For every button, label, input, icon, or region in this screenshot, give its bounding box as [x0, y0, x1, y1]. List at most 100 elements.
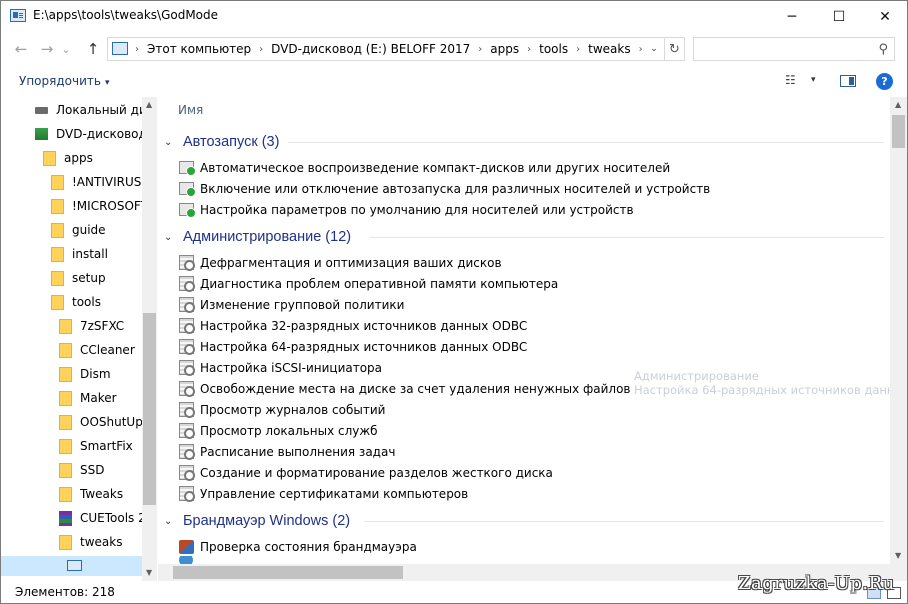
folder-icon — [51, 294, 64, 310]
help-button[interactable]: ? — [876, 73, 893, 90]
scroll-down-arrow[interactable]: ▼ — [895, 551, 901, 560]
tree-item-ccleaner[interactable]: CCleaner — [59, 338, 135, 362]
horizontal-scrollbar-thumb[interactable] — [173, 566, 403, 579]
nav-scrollbar[interactable]: ▲ ▼ — [142, 97, 157, 581]
scroll-up-arrow[interactable]: ▲ — [146, 100, 152, 109]
breadcrumb-separator[interactable]: › — [132, 44, 142, 55]
up-button[interactable]: ↑ — [83, 38, 103, 60]
list-item[interactable]: Настройка 32-разрядных источников данных… — [179, 315, 527, 336]
forward-button[interactable]: → — [37, 38, 57, 60]
list-item-label: Настройка 32-разрядных источников данных… — [200, 318, 528, 333]
minimize-button[interactable]: ─ — [769, 1, 815, 32]
rar-archive-icon — [59, 510, 72, 526]
tree-item-local-disk[interactable]: Локальный дис — [35, 98, 153, 122]
recent-locations-button[interactable]: ⌄ — [59, 38, 73, 60]
breadcrumb: › Этот компьютер › DVD-дисковод (E:) BEL… — [132, 38, 646, 60]
list-item[interactable]: Просмотр локальных служб — [179, 420, 378, 441]
list-item[interactable]: Создание и форматирование разделов жестк… — [179, 462, 553, 483]
tree-item-microsoft[interactable]: !MICROSOFT — [51, 194, 148, 218]
list-item[interactable]: Проверка состояния брандмауэра — [179, 536, 417, 557]
breadcrumb-dvd-drive[interactable]: DVD-дисковод (E:) BELOFF 2017 — [266, 42, 475, 56]
view-options-dropdown[interactable]: ▾ — [811, 75, 816, 85]
tree-item-guide[interactable]: guide — [51, 218, 106, 242]
maximize-button[interactable]: ☐ — [816, 1, 862, 32]
tree-item-smartfix[interactable]: SmartFix — [59, 434, 133, 458]
chevron-down-icon[interactable]: ⌄ — [164, 137, 178, 148]
content-vertical-scrollbar[interactable]: ▲ ▼ — [890, 97, 907, 564]
list-item[interactable]: Расписание выполнения задач — [179, 441, 395, 462]
list-item[interactable]: Настройка iSCSI-инициатора — [179, 357, 382, 378]
list-item[interactable]: Дефрагментация и оптимизация ваших диско… — [179, 252, 502, 273]
list-item[interactable]: Включение или отключение автозапуска для… — [179, 178, 710, 199]
column-header-name[interactable]: Имя — [178, 103, 203, 117]
close-button[interactable]: ✕ — [862, 1, 907, 32]
tree-item-tweaks-sub[interactable]: Tweaks — [59, 482, 123, 506]
list-item-label: Настройка iSCSI-инициатора — [200, 360, 383, 375]
breadcrumb-apps[interactable]: apps — [485, 42, 524, 56]
list-item[interactable]: Автоматическое воспроизведение компакт-д… — [179, 157, 670, 178]
tree-item-cuetools[interactable]: CUETools 2. — [59, 506, 150, 530]
list-item[interactable]: Диагностика проблем оперативной памяти к… — [179, 273, 558, 294]
breadcrumb-tweaks[interactable]: tweaks — [583, 42, 635, 56]
group-header-autoplay[interactable]: ⌄ Автозапуск (3) — [164, 131, 279, 153]
preview-pane-button[interactable] — [840, 75, 856, 87]
title-bar[interactable]: E:\apps\tools\tweaks\GodMode ─ ☐ ✕ — [1, 1, 907, 32]
list-item[interactable]: Управление сертификатами компьютеров — [179, 483, 468, 504]
breadcrumb-separator[interactable]: › — [573, 44, 583, 55]
tree-item-tweaks[interactable]: tweaks — [59, 530, 122, 554]
group-title: Администрирование (12) — [183, 229, 352, 245]
group-header-firewall[interactable]: ⌄ Брандмауэр Windows (2) — [164, 510, 350, 532]
tree-item-maker[interactable]: Maker — [59, 386, 117, 410]
chevron-down-icon[interactable]: ⌄ — [164, 232, 178, 243]
group-divider — [288, 142, 884, 143]
scroll-down-arrow[interactable]: ▼ — [146, 568, 152, 577]
group-header-administration[interactable]: ⌄ Администрирование (12) — [164, 226, 351, 248]
tree-item-tools[interactable]: tools — [51, 290, 101, 314]
change-view-button[interactable]: ☷ — [785, 73, 796, 87]
tree-item-7zsfxc[interactable]: 7zSFXC — [59, 314, 124, 338]
admin-tools-icon — [179, 360, 195, 376]
chevron-down-icon[interactable]: ⌄ — [164, 516, 178, 527]
tree-item-dvd-drive[interactable]: DVD-дисковод ( — [35, 122, 155, 146]
breadcrumb-separator[interactable]: › — [256, 44, 266, 55]
tree-item-label: SSD — [80, 463, 105, 477]
folder-icon — [59, 414, 72, 430]
control-panel-icon[interactable] — [10, 9, 26, 22]
search-icon[interactable]: ⚲ — [878, 42, 888, 57]
address-dropdown-button[interactable]: ⌄ — [646, 40, 662, 58]
breadcrumb-separator[interactable]: › — [475, 44, 485, 55]
breadcrumb-separator[interactable]: › — [524, 44, 534, 55]
scroll-up-arrow[interactable]: ▲ — [895, 100, 901, 109]
tree-item-label: !MICROSOFT — [72, 199, 148, 213]
refresh-button[interactable]: ↻ — [664, 38, 684, 60]
vertical-scrollbar-thumb[interactable] — [892, 115, 905, 148]
tree-item-apps[interactable]: apps — [43, 146, 93, 170]
tree-item-antivirus[interactable]: !ANTIVIRUS — [51, 170, 141, 194]
tree-item-setup[interactable]: setup — [51, 266, 106, 290]
list-item[interactable]: Настройка 64-разрядных источников данных… — [179, 336, 527, 357]
tree-item-label: OOShutUp — [80, 415, 143, 429]
list-item[interactable]: Освобождение места на диске за счет удал… — [179, 378, 631, 399]
tree-item-ssd[interactable]: SSD — [59, 458, 104, 482]
tree-item-ooshutup[interactable]: OOShutUp — [59, 410, 143, 434]
search-input[interactable]: ⚲ — [693, 37, 895, 61]
list-item[interactable]: Настройка параметров по умолчанию для но… — [179, 199, 634, 220]
autoplay-icon — [179, 182, 196, 197]
list-item-partial[interactable] — [179, 556, 199, 564]
tree-item-label: apps — [64, 151, 93, 165]
address-bar[interactable]: › Этот компьютер › DVD-дисковод (E:) BEL… — [107, 37, 685, 61]
breadcrumb-this-pc[interactable]: Этот компьютер — [142, 42, 256, 56]
tree-item-dism[interactable]: Dism — [59, 362, 111, 386]
breadcrumb-tools[interactable]: tools — [534, 42, 573, 56]
tooltip-title: Администрирование — [634, 369, 759, 383]
list-item-label: Дефрагментация и оптимизация ваших диско… — [200, 255, 502, 270]
back-button[interactable]: ← — [11, 38, 31, 60]
tree-item-install[interactable]: install — [51, 242, 108, 266]
organize-button[interactable]: Упорядочить ▾ — [19, 74, 109, 88]
tree-item-godmode-selected[interactable] — [1, 556, 142, 576]
breadcrumb-separator[interactable]: › — [636, 44, 646, 55]
list-item[interactable]: Изменение групповой политики — [179, 294, 404, 315]
autoplay-icon — [179, 203, 196, 218]
list-item[interactable]: Просмотр журналов событий — [179, 399, 385, 420]
nav-scrollbar-thumb[interactable] — [143, 313, 156, 505]
